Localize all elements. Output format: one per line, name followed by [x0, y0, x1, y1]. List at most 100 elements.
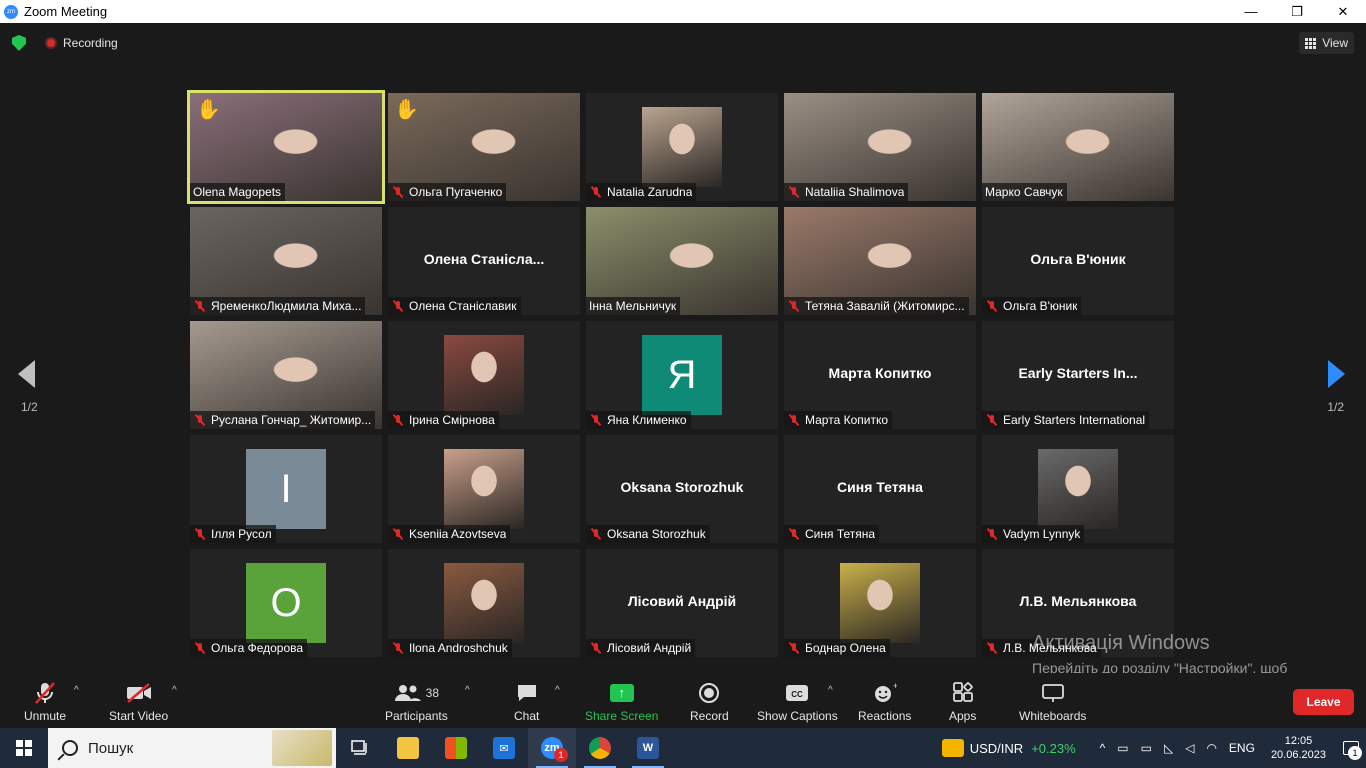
audio-options-caret-icon[interactable]: ^ [74, 685, 79, 696]
tray-chevron-up-icon[interactable]: ^ [1100, 741, 1106, 755]
show-captions-button[interactable]: CC Show Captions [757, 679, 838, 723]
muted-microphone-icon [193, 414, 207, 426]
minimize-button[interactable]: — [1228, 0, 1274, 23]
participant-tile[interactable]: Vadym Lynnyk [982, 435, 1174, 543]
currency-widget[interactable]: USD/INR +0.23% [941, 739, 1076, 757]
participant-tile[interactable]: Ірина Смірнова [388, 321, 580, 429]
security-shield-icon[interactable] [12, 35, 26, 51]
meet-now-icon[interactable]: ▭ [1117, 741, 1128, 755]
arrow-right-icon [1328, 360, 1345, 388]
participant-tile[interactable]: Ilona Androshchuk [388, 549, 580, 657]
store-icon [445, 737, 467, 759]
leave-button[interactable]: Leave [1293, 689, 1354, 715]
participant-tile[interactable]: Лісовий Андрій Лісовий Андрій [586, 549, 778, 657]
battery-icon[interactable]: ▭ [1141, 741, 1152, 755]
taskbar-clock[interactable]: 12:05 20.06.2023 [1271, 734, 1326, 762]
search-highlight-bird-icon [272, 730, 332, 766]
participant-tile[interactable]: Natalia Zarudna [586, 93, 778, 201]
participant-tile[interactable]: Марко Савчук [982, 93, 1174, 201]
participant-name-label: Ілля Русол [190, 525, 276, 543]
recording-dot-icon [45, 37, 57, 49]
participant-avatar: Я [642, 335, 722, 415]
taskbar-mail[interactable]: ✉ [480, 728, 528, 768]
participant-avatar: І [246, 449, 326, 529]
video-options-caret-icon[interactable]: ^ [172, 685, 177, 696]
taskbar-search-box[interactable]: Пошук [48, 728, 336, 768]
participant-tile[interactable]: Руслана Гончар_ Житомир... [190, 321, 382, 429]
participant-tile[interactable]: ✋ Olena Magopets [187, 90, 385, 204]
participant-tile[interactable]: Nataliia Shalimova [784, 93, 976, 201]
muted-microphone-icon [391, 300, 405, 312]
participant-profile-picture [444, 563, 524, 643]
language-indicator[interactable]: ENG [1229, 741, 1255, 755]
network-icon[interactable]: ◺ [1164, 741, 1173, 755]
currency-change: +0.23% [1031, 740, 1076, 756]
participants-caret-icon[interactable]: ^ [465, 685, 470, 696]
captions-caret-icon[interactable]: ^ [828, 685, 833, 696]
participant-profile-picture [444, 335, 524, 415]
recording-indicator[interactable]: Recording [45, 36, 118, 50]
close-window-button[interactable]: ✕ [1320, 0, 1366, 23]
taskbar-chrome[interactable] [576, 728, 624, 768]
participant-tile[interactable]: Тетяна Завалій (Житомирс... [784, 207, 976, 315]
participant-tile[interactable]: Ольга В'юник Ольга В'юник [982, 207, 1174, 315]
taskbar-store[interactable] [432, 728, 480, 768]
participant-name-label: Тетяна Завалій (Житомирс... [784, 297, 969, 315]
participant-tile[interactable]: Синя Тетяна Синя Тетяна [784, 435, 976, 543]
participant-tile[interactable]: Я Яна Клименко [586, 321, 778, 429]
start-video-button[interactable]: Start Video [109, 679, 168, 723]
participant-tile[interactable]: І Ілля Русол [190, 435, 382, 543]
participant-tile[interactable]: ✋ Ольга Пугаченко [388, 93, 580, 201]
participant-name: Ірина Смірнова [409, 413, 495, 427]
muted-microphone-icon [985, 414, 999, 426]
currency-pair: USD/INR [969, 740, 1024, 756]
participant-profile-picture [1038, 449, 1118, 529]
participant-tile[interactable]: Інна Мельничук [586, 207, 778, 315]
participants-button[interactable]: 38 Participants [385, 679, 448, 723]
notification-center-button[interactable]: 1 [1336, 728, 1366, 768]
record-button[interactable]: Record [690, 679, 729, 723]
participant-tile[interactable]: Боднар Олена [784, 549, 976, 657]
maximize-button[interactable]: ❐ [1274, 0, 1320, 23]
participant-name: Олена Станіславик [409, 299, 517, 313]
next-page-arrow[interactable] [1328, 360, 1348, 390]
taskbar-file-explorer[interactable] [384, 728, 432, 768]
muted-microphone-icon [391, 528, 405, 540]
reactions-label: Reactions [858, 709, 912, 723]
participant-tile[interactable]: О Ольга Федорова [190, 549, 382, 657]
show-captions-label: Show Captions [757, 709, 838, 723]
unmute-button[interactable]: Unmute [24, 679, 66, 723]
zoom-badge: 1 [554, 748, 568, 762]
chat-caret-icon[interactable]: ^ [555, 685, 560, 696]
participant-tile[interactable]: Kseniia Azovtseva [388, 435, 580, 543]
share-screen-button[interactable]: ↑ Share Screen [585, 679, 658, 723]
participant-name: Тетяна Завалій (Житомирс... [805, 299, 965, 313]
meeting-toolbar: Unmute ^ Start Video ^ 38 Participants ^… [0, 673, 1366, 728]
participant-tile[interactable]: ЯременкоЛюдмила Миха... [190, 207, 382, 315]
participant-display-name: Лісовий Андрій [627, 593, 737, 609]
participant-tile[interactable]: Oksana Storozhuk Oksana Storozhuk [586, 435, 778, 543]
taskbar-zoom[interactable]: zm 1 [528, 728, 576, 768]
whiteboards-button[interactable]: Whiteboards [1019, 679, 1086, 723]
participant-name: Early Starters International [1003, 413, 1146, 427]
muted-microphone-icon [985, 642, 999, 654]
wifi-icon[interactable]: ◠ [1206, 741, 1216, 755]
participant-tile[interactable]: Олена Станісла... Олена Станіславик [388, 207, 580, 315]
muted-microphone-icon [985, 528, 999, 540]
volume-icon[interactable]: ◁ [1185, 741, 1194, 755]
start-button[interactable] [0, 728, 48, 768]
view-button[interactable]: View [1299, 32, 1354, 54]
participant-tile[interactable]: Марта Копитко Марта Копитко [784, 321, 976, 429]
apps-button[interactable]: Apps [949, 679, 976, 723]
participant-name: Ilona Androshchuk [409, 641, 508, 655]
notification-count: 1 [1348, 746, 1362, 760]
participant-name: Ольга Федорова [211, 641, 304, 655]
whiteboards-label: Whiteboards [1019, 709, 1087, 723]
task-view-button[interactable] [336, 728, 384, 768]
taskbar-word[interactable]: W [624, 728, 672, 768]
participant-tile[interactable]: Early Starters In... Early Starters Inter… [982, 321, 1174, 429]
muted-microphone-icon [589, 414, 603, 426]
reactions-button[interactable]: + Reactions [858, 679, 911, 723]
chat-button[interactable]: Chat [514, 679, 539, 723]
previous-page-arrow[interactable] [18, 360, 38, 390]
